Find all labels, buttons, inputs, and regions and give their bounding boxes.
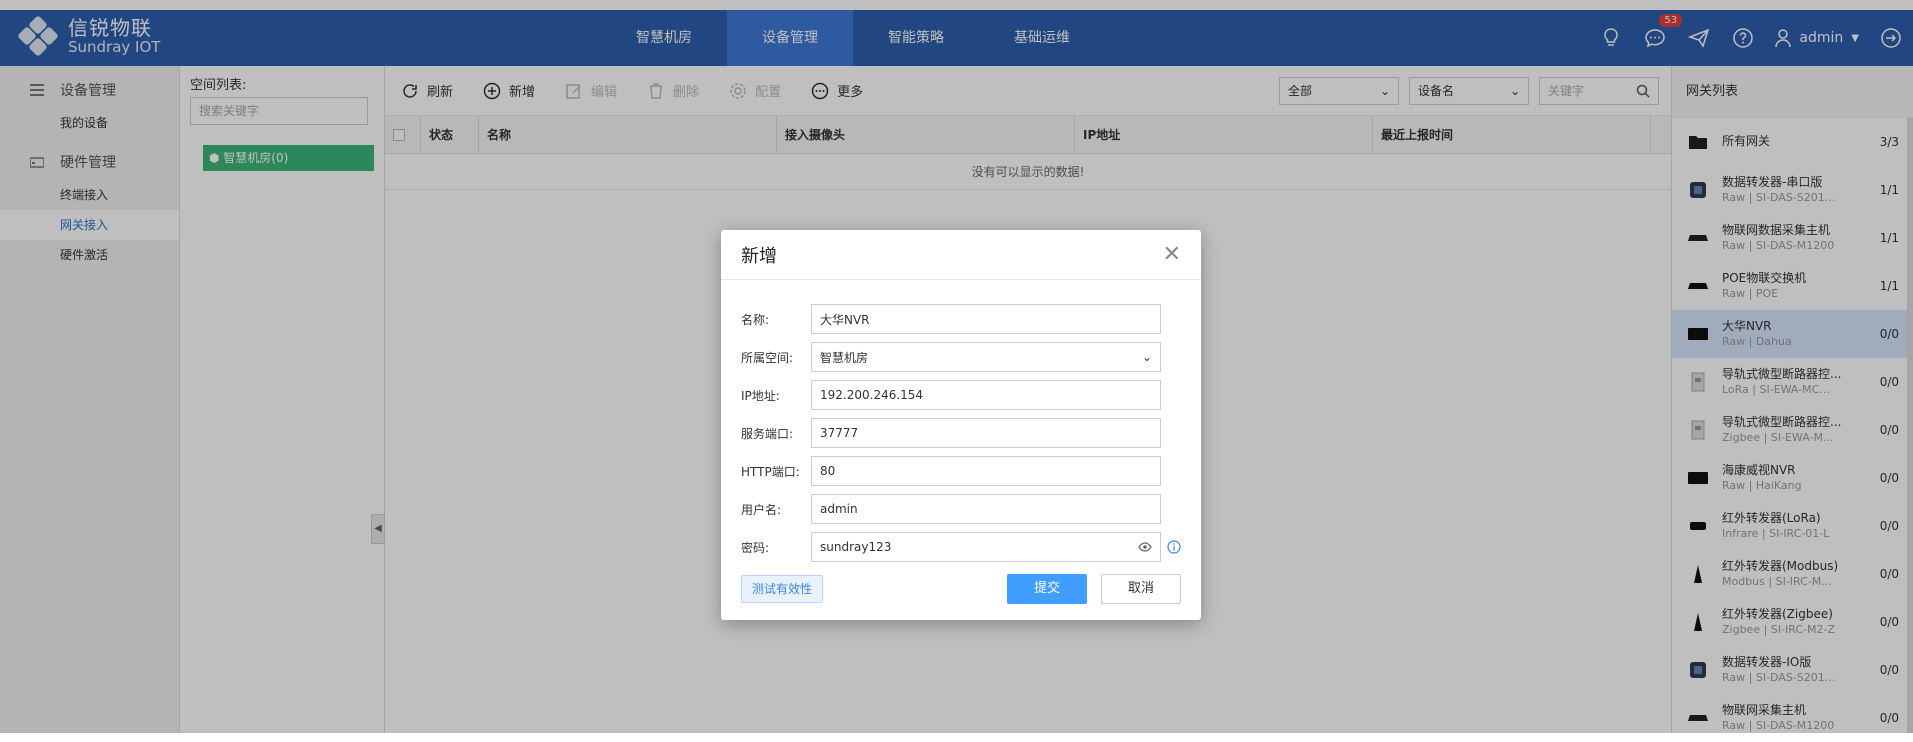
test-validity-button[interactable]: 测试有效性 [741, 575, 824, 603]
username-input[interactable]: admin [811, 494, 1161, 524]
cancel-button[interactable]: 取消 [1101, 574, 1181, 604]
space-label: 所属空间: [741, 350, 794, 365]
add-dialog: 新增 ✕ 名称: 大华NVR 所属空间: 智慧机房 ⌄ IP地址: 192.200.24… [721, 230, 1201, 620]
ip-input[interactable]: 192.200.246.154 [811, 380, 1161, 410]
password-value: sundray123 [820, 540, 892, 554]
dialog-form: 名称: 大华NVR 所属空间: 智慧机房 ⌄ IP地址: 192.200.246.154… [721, 280, 1201, 566]
ip-label: IP地址: [741, 388, 780, 403]
http-port-label: HTTP端口: [741, 464, 800, 479]
submit-button[interactable]: 提交 [1007, 574, 1087, 604]
password-label: 密码: [741, 540, 770, 555]
name-input[interactable]: 大华NVR [811, 304, 1161, 334]
http-port-input[interactable]: 80 [811, 456, 1161, 486]
eye-icon[interactable] [1138, 542, 1152, 552]
dialog-title: 新增 [741, 245, 777, 267]
service-port-value: 37777 [820, 426, 859, 440]
http-port-value: 80 [820, 464, 836, 478]
name-label: 名称: [741, 312, 770, 327]
username-value: admin [820, 502, 858, 516]
service-port-input[interactable]: 37777 [811, 418, 1161, 448]
space-value: 智慧机房 [820, 350, 869, 365]
chevron-down-icon: ⌄ [1141, 350, 1152, 364]
name-value: 大华NVR [820, 312, 870, 327]
ip-value: 192.200.246.154 [820, 388, 924, 402]
username-label: 用户名: [741, 502, 782, 517]
service-port-label: 服务端口: [741, 426, 794, 441]
info-icon[interactable] [1167, 540, 1181, 554]
password-input[interactable]: sundray123 [811, 532, 1161, 562]
close-icon[interactable]: ✕ [1163, 242, 1181, 267]
space-select[interactable]: 智慧机房 ⌄ [811, 342, 1161, 372]
